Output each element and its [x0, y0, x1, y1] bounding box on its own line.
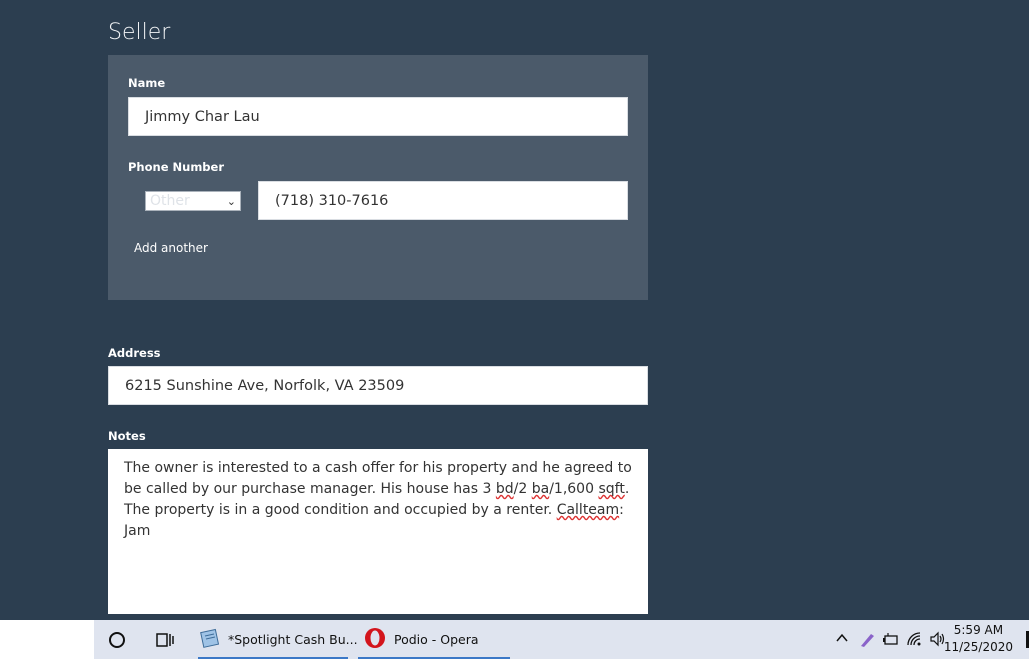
- phone-label: Phone Number: [128, 160, 225, 174]
- phone-value: (718) 310-7616: [275, 192, 389, 209]
- taskbar-app-label: *Spotlight Cash Bu...: [228, 632, 358, 647]
- taskbar-app-label: Podio - Opera: [394, 632, 479, 647]
- phone-field[interactable]: (718) 310-7616: [258, 181, 628, 220]
- system-clock[interactable]: 5:59 AM 11/25/2020: [944, 622, 1013, 656]
- name-label: Name: [128, 76, 166, 90]
- clock-date: 11/25/2020: [943, 640, 1013, 654]
- address-value: 6215 Sunshine Ave, Norfolk, VA 23509: [125, 377, 405, 394]
- name-field[interactable]: Jimmy Char Lau: [128, 97, 628, 136]
- notes-text-misspelled: sqft: [598, 481, 625, 497]
- battery-icon[interactable]: [882, 631, 900, 651]
- seller-panel: Name Jimmy Char Lau Phone Number Other ⌄…: [108, 55, 648, 300]
- add-another-link[interactable]: Add another: [134, 241, 208, 255]
- taskbar: *Spotlight Cash Bu... Podio - Opera 5:59…: [0, 620, 1029, 659]
- address-label: Address: [108, 346, 161, 360]
- notepad-icon: [198, 628, 220, 652]
- notes-label: Notes: [108, 429, 146, 443]
- chevron-down-icon: ⌄: [226, 194, 236, 208]
- notes-text-misspelled: Callteam: [556, 502, 620, 518]
- name-value: Jimmy Char Lau: [145, 108, 260, 125]
- seller-section-title: Seller: [108, 20, 171, 45]
- task-view-icon[interactable]: [156, 620, 176, 659]
- notes-text-misspelled: ba: [531, 481, 550, 497]
- notes-text: /1,600: [549, 481, 599, 497]
- wifi-icon[interactable]: [906, 631, 924, 651]
- notes-text-misspelled: bd: [495, 481, 514, 497]
- opera-icon: [364, 627, 386, 653]
- phone-type-value: Other: [150, 193, 190, 209]
- chevron-up-icon[interactable]: [835, 631, 849, 649]
- notes-textarea[interactable]: The owner is interested to a cash offer …: [108, 449, 648, 614]
- clock-time: 5:59 AM: [953, 623, 1004, 637]
- phone-type-select[interactable]: Other ⌄: [145, 191, 241, 211]
- address-field[interactable]: 6215 Sunshine Ave, Norfolk, VA 23509: [108, 366, 648, 405]
- notes-text: /2: [513, 481, 532, 497]
- pen-icon[interactable]: [858, 631, 876, 653]
- taskbar-app-opera[interactable]: Podio - Opera: [358, 620, 510, 659]
- cortana-circle-icon[interactable]: [108, 620, 128, 659]
- taskbar-app-notepad[interactable]: *Spotlight Cash Bu...: [198, 620, 358, 659]
- taskbar-blank: [0, 620, 94, 659]
